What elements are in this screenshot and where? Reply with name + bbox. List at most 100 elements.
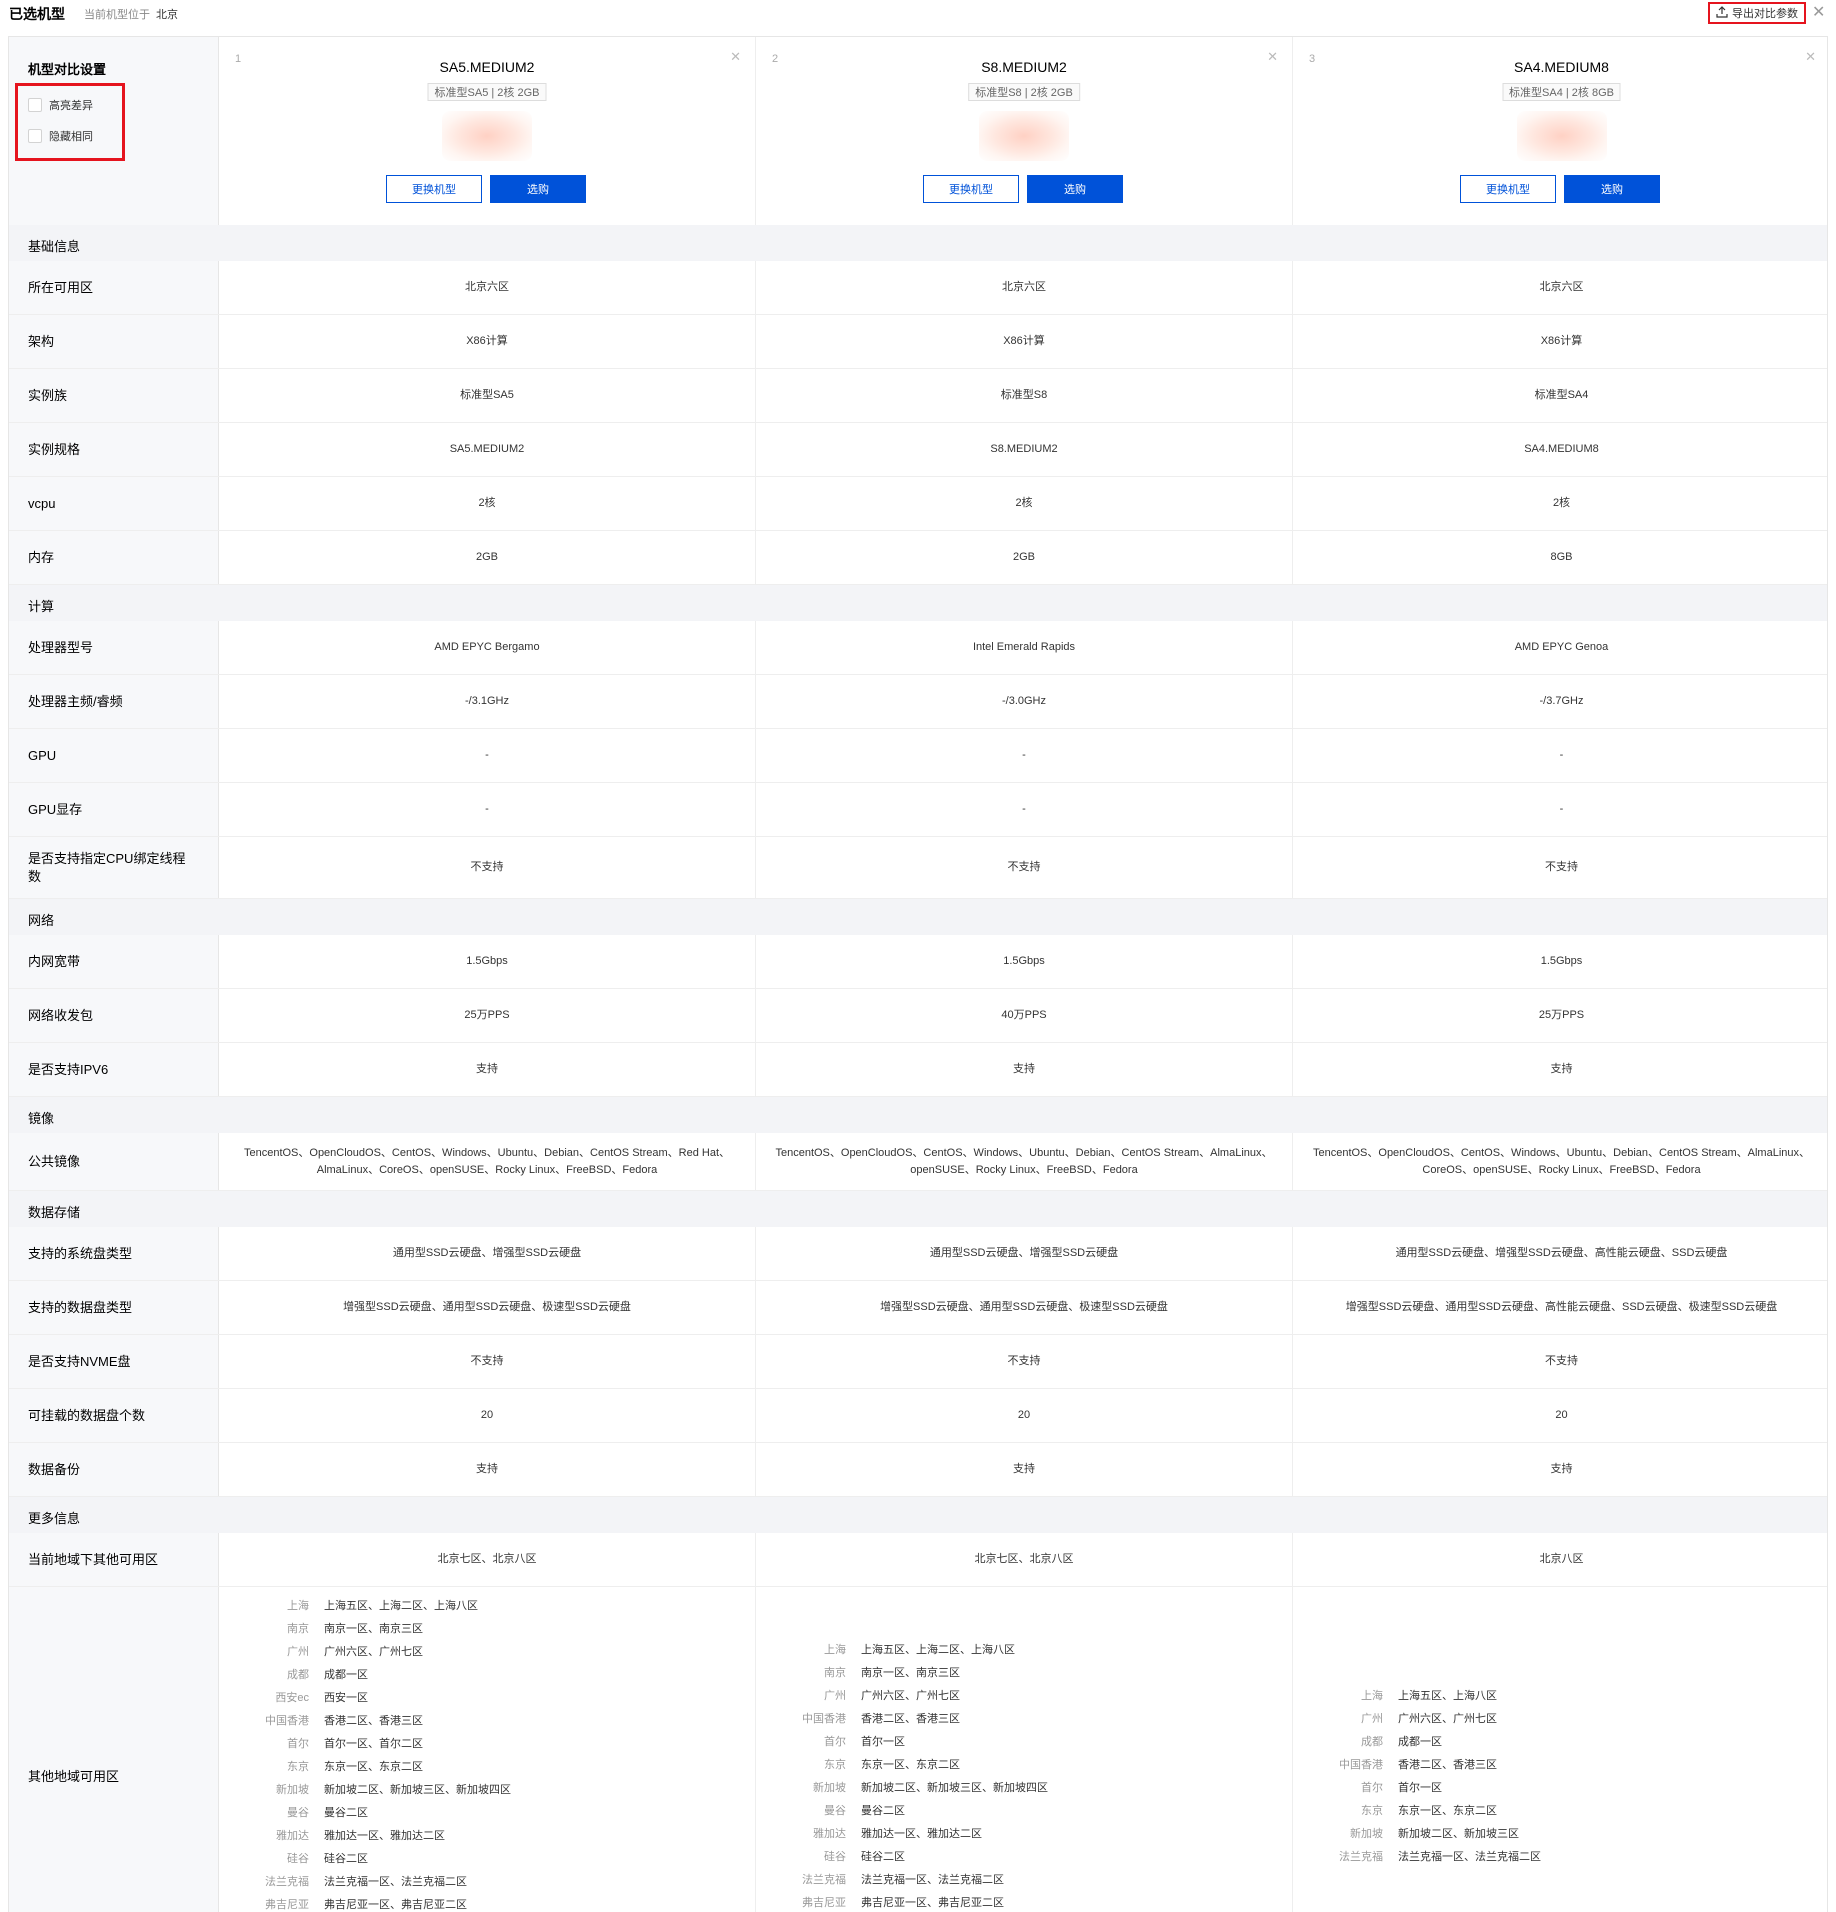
row-value: 标准型S8 [756,369,1293,422]
region-name: 上海 [1361,1690,1383,1702]
region-line: 西安ec 西安一区 [239,1687,368,1710]
row-label: 数据备份 [9,1443,219,1496]
row-value: TencentOS、OpenCloudOS、CentOS、Windows、Ubu… [756,1133,1293,1190]
model-column: 3 ✕ SA4.MEDIUM8 标准型SA4 | 2核 8GB 更换机型 选购 [1293,37,1827,225]
checkbox-icon[interactable] [28,98,42,112]
row-label: 内存 [9,531,219,584]
row-value: 北京六区 [1539,281,1584,293]
region-list: 上海 上海五区、上海八区 广州 广州六区、广州七区 成都 成都一区 中国香港 香港二区、香港三… [1313,1685,1541,1869]
row-value: -/3.7GHz [1539,695,1584,707]
model-spec-badge: 标准型S8 | 2核 2GB [968,83,1080,101]
table-row: 是否支持IPV6 支持 支持 支持 [9,1043,1827,1097]
table-row: GPU显存 - - - [9,783,1827,837]
row-value: 增强型SSD云硬盘、通用型SSD云硬盘、高性能云硬盘、SSD云硬盘、极速型SSD… [1345,1301,1778,1313]
region-zones: 南京一区、南京三区 [324,1623,423,1635]
row-value: SA4.MEDIUM8 [1524,443,1599,455]
region-zones: 新加坡二区、新加坡三区、新加坡四区 [861,1782,1048,1794]
close-icon[interactable]: ✕ [1812,2,1825,22]
row-value: 40万PPS [756,989,1293,1042]
region-line: 中国香港 香港二区、香港三区 [239,1710,423,1733]
buy-button[interactable]: 选购 [1027,175,1123,203]
row-value: 20 [756,1389,1293,1442]
region-line: 硅谷 硅谷二区 [776,1846,905,1869]
region-zones: 东京一区、东京二区 [1398,1805,1497,1817]
row-value: 2核 [219,477,756,530]
row-value: 支持 [756,1443,1293,1496]
row-label: 其他地域可用区 [9,1587,219,1912]
region-line: 法兰克福 法兰克福一区、法兰克福二区 [239,1871,467,1894]
row-value: -/3.0GHz [756,675,1293,728]
export-compare-button[interactable]: 导出对比参数 [1708,2,1806,24]
change-model-button[interactable]: 更换机型 [386,175,482,203]
model-image [1516,111,1607,161]
highlight-diff-checkbox[interactable]: 高亮差异 [28,97,93,113]
location-label: 当前机型位于 [84,9,150,21]
region-line: 法兰克福 法兰克福一区、法兰克福二区 [776,1869,1004,1892]
region-name: 法兰克福 [1339,1851,1383,1863]
table-row: 网络收发包 25万PPS 40万PPS 25万PPS [9,989,1827,1043]
region-zones: 硅谷二区 [324,1853,368,1865]
row-value: 支持 [219,1443,756,1496]
hide-same-checkbox[interactable]: 隐藏相同 [28,128,93,144]
change-model-button[interactable]: 更换机型 [1460,175,1556,203]
checkbox-icon[interactable] [28,129,42,143]
region-line: 新加坡 新加坡二区、新加坡三区、新加坡四区 [239,1779,511,1802]
table-row: 所在可用区 北京六区 北京六区 北京六区 [9,261,1827,315]
settings-options [15,83,125,161]
region-name: 东京 [824,1759,846,1771]
region-name: 弗吉尼亚 [265,1899,309,1911]
row-label: 当前地域下其他可用区 [9,1533,219,1586]
region-name: 雅加达 [813,1828,846,1840]
model-name: SA4.MEDIUM8 [1514,59,1609,75]
section-header: 更多信息 [9,1497,1827,1533]
region-zones: 弗吉尼亚一区、弗吉尼亚二区 [324,1899,467,1911]
region-line: 新加坡 新加坡二区、新加坡三区、新加坡四区 [776,1777,1048,1800]
row-value: 增强型SSD云硬盘、通用型SSD云硬盘、极速型SSD云硬盘 [219,1281,756,1334]
region-zones: 上海五区、上海二区、上海八区 [324,1600,478,1612]
region-name: 曼谷 [287,1807,309,1819]
section-header: 网络 [9,899,1827,935]
page-title: 已选机型 [9,6,65,22]
region-zones: 广州六区、广州七区 [1398,1713,1497,1725]
region-name: 硅谷 [824,1851,846,1863]
change-model-button[interactable]: 更换机型 [923,175,1019,203]
region-name: 新加坡 [1350,1828,1383,1840]
region-line: 广州 广州六区、广州七区 [239,1641,423,1664]
row-value: -/3.1GHz [219,675,756,728]
row-value: 上海 上海五区、上海二区、上海八区 南京 南京一区、南京三区 广州 广州六区、广州七区 中国… [756,1587,1293,1912]
row-value: 北京八区 [1539,1553,1584,1565]
row-label: vcpu [9,477,219,530]
row-value: 1.5Gbps [1540,955,1583,967]
table-row: vcpu 2核 2核 2核 [9,477,1827,531]
region-name: 成都 [1361,1736,1383,1748]
table-row: GPU - - - [9,729,1827,783]
region-name: 法兰克福 [802,1874,846,1886]
row-value: 不支持 [756,1335,1293,1388]
row-value: 不支持 [756,837,1293,898]
region-name: 首尔 [1361,1782,1383,1794]
row-value: - [1559,749,1564,761]
region-line: 弗吉尼亚 弗吉尼亚一区、弗吉尼亚二区 [776,1892,1004,1912]
buy-button[interactable]: 选购 [490,175,586,203]
region-name: 西安ec [275,1692,309,1704]
row-value: 上海 上海五区、上海二区、上海八区 南京 南京一区、南京三区 广州 广州六区、广州七区 成都… [219,1587,756,1912]
region-name: 南京 [287,1623,309,1635]
buy-button[interactable]: 选购 [1564,175,1660,203]
model-spec-badge: 标准型SA5 | 2核 2GB [427,83,547,101]
region-line: 广州 广州六区、广州七区 [776,1685,960,1708]
export-icon [1716,5,1728,21]
region-line: 上海 上海五区、上海二区、上海八区 [776,1639,1015,1662]
row-label: GPU显存 [9,783,219,836]
region-name: 新加坡 [813,1782,846,1794]
region-zones: 广州六区、广州七区 [324,1646,423,1658]
region-line: 硅谷 硅谷二区 [239,1848,368,1871]
row-value: 2核 [756,477,1293,530]
region-list: 上海 上海五区、上海二区、上海八区 南京 南京一区、南京三区 广州 广州六区、广州七区 中国… [776,1639,1048,1912]
region-name: 弗吉尼亚 [802,1897,846,1909]
row-label: 可挂载的数据盘个数 [9,1389,219,1442]
region-line: 中国香港 香港二区、香港三区 [1313,1754,1497,1777]
compare-settings: 机型对比设置 高亮差异 隐藏相同 [9,37,219,225]
table-row: 当前地域下其他可用区 北京七区、北京八区 北京七区、北京八区 北京八区 [9,1533,1827,1587]
row-value: X86计算 [756,315,1293,368]
region-name: 雅加达 [276,1830,309,1842]
